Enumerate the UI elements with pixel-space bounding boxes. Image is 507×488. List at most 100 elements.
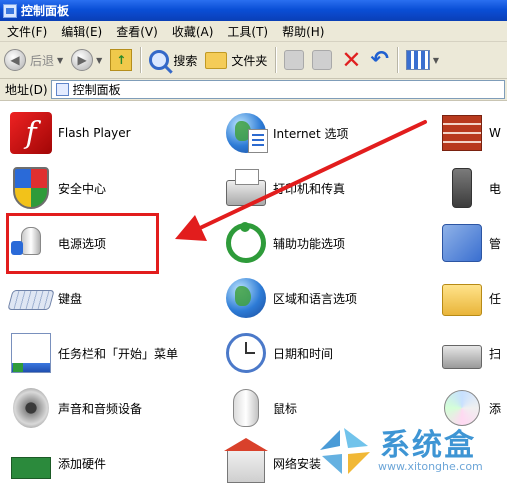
menu-edit[interactable]: 编辑(E) <box>54 23 109 40</box>
item-scanners-cameras[interactable]: 扫 <box>438 328 501 378</box>
house-icon <box>222 438 270 487</box>
control-panel-icon <box>3 3 17 18</box>
item-label: 安全中心 <box>58 181 107 196</box>
folder-icon <box>205 51 228 69</box>
delete-icon[interactable]: ✕ <box>341 48 361 72</box>
menu-favorites[interactable]: 收藏(A) <box>165 23 221 40</box>
scanner-icon <box>438 329 486 377</box>
chevron-down-icon: ▼ <box>96 55 103 65</box>
up-folder-icon: ↑ <box>110 49 133 71</box>
highlight-box <box>6 213 159 274</box>
menu-file[interactable]: 文件(F) <box>0 23 54 40</box>
toolbar-separator <box>396 47 398 73</box>
watermark: 系统盒 www.xitonghe.com <box>314 418 507 482</box>
menu-view[interactable]: 查看(V) <box>109 23 165 40</box>
globe-icon <box>222 274 270 322</box>
address-input[interactable]: 控制面板 <box>50 80 505 99</box>
toolbar: ◀ 后退 ▼ ▶ ▼ ↑ 搜索 文件夹 ✕ ↶ ▼ <box>0 42 507 79</box>
item-label: 添加硬件 <box>58 456 107 471</box>
item-label: 辅助功能选项 <box>273 236 346 251</box>
item-admin-tools[interactable]: 管 <box>438 218 501 268</box>
item-label: Internet 选项 <box>273 126 349 141</box>
globe-document-icon <box>222 109 270 157</box>
item-sound-audio[interactable]: 声音和音频设备 <box>7 383 142 433</box>
item-label: 添 <box>489 401 502 416</box>
mouse-icon <box>222 384 270 432</box>
back-button[interactable]: ◀ 后退 ▼ <box>0 46 67 74</box>
views-icon <box>405 50 430 70</box>
item-flash-player[interactable]: f Flash Player <box>7 108 131 158</box>
views-button[interactable]: ▼ <box>402 46 443 74</box>
item-date-time[interactable]: 日期和时间 <box>222 328 333 378</box>
item-windows-firewall[interactable]: W <box>438 108 501 158</box>
search-label: 搜索 <box>173 53 198 68</box>
item-label: 区域和语言选项 <box>273 291 358 306</box>
item-regional-language[interactable]: 区域和语言选项 <box>222 273 357 323</box>
move-to-icon[interactable] <box>284 50 305 70</box>
address-value: 控制面板 <box>72 83 121 97</box>
menu-help[interactable]: 帮助(H) <box>275 23 331 40</box>
up-folder-button[interactable]: ↑ <box>106 46 136 74</box>
phone-icon <box>438 164 486 212</box>
item-label: 任 <box>489 291 502 306</box>
item-label: 打印机和传真 <box>273 181 346 196</box>
hardware-board-icon <box>7 439 55 487</box>
forward-arrow-icon: ▶ <box>71 49 94 71</box>
admin-tools-icon <box>438 219 486 267</box>
menu-tools[interactable]: 工具(T) <box>220 23 275 40</box>
item-network-setup[interactable]: 网络安装 <box>222 438 321 488</box>
item-label: Flash Player <box>58 126 131 140</box>
item-label: 键盘 <box>58 291 83 306</box>
firewall-brick-icon <box>438 109 486 157</box>
item-label: 声音和音频设备 <box>58 401 143 416</box>
chevron-down-icon: ▼ <box>432 55 440 65</box>
item-folder-options[interactable]: 任 <box>438 273 501 323</box>
speaker-icon <box>7 384 55 432</box>
item-label: W <box>489 126 501 140</box>
item-label: 电 <box>489 181 502 196</box>
watermark-title: 系统盒 <box>380 428 476 463</box>
accessibility-icon <box>222 219 270 267</box>
control-panel-icon <box>55 83 69 96</box>
back-arrow-icon: ◀ <box>4 49 26 71</box>
address-bar: 地址(D) 控制面板 <box>0 79 507 101</box>
toolbar-separator <box>140 47 142 73</box>
item-taskbar-start-menu[interactable]: 任务栏和「开始」菜单 <box>7 328 178 378</box>
item-label: 任务栏和「开始」菜单 <box>58 346 179 361</box>
toolbar-separator <box>275 47 277 73</box>
clock-icon <box>222 329 270 377</box>
item-keyboard[interactable]: 键盘 <box>7 273 82 323</box>
flash-icon: f <box>7 109 55 157</box>
watermark-logo-icon <box>320 428 370 474</box>
keyboard-icon <box>7 274 55 322</box>
window-title: 控制面板 <box>21 4 70 18</box>
undo-icon[interactable]: ↶ <box>370 49 388 71</box>
chevron-down-icon: ▼ <box>57 55 64 65</box>
title-bar: 控制面板 <box>0 0 507 21</box>
folders-label: 文件夹 <box>231 53 268 68</box>
menu-bar: 文件(F) 编辑(E) 查看(V) 收藏(A) 工具(T) 帮助(H) <box>0 21 507 42</box>
printer-icon <box>222 164 270 212</box>
item-mouse[interactable]: 鼠标 <box>222 383 297 433</box>
item-internet-options[interactable]: Internet 选项 <box>222 108 348 158</box>
search-button[interactable]: 搜索 <box>145 46 201 74</box>
taskbar-icon <box>7 329 55 377</box>
item-add-hardware[interactable]: 添加硬件 <box>7 438 106 488</box>
folders-button[interactable]: 文件夹 <box>201 46 271 74</box>
item-accessibility[interactable]: 辅助功能选项 <box>222 218 345 268</box>
search-icon <box>149 50 170 70</box>
shield-icon <box>7 164 55 212</box>
item-security-center[interactable]: 安全中心 <box>7 163 106 213</box>
address-label: 地址(D) <box>5 83 48 97</box>
item-phone-modem[interactable]: 电 <box>438 163 501 213</box>
copy-to-icon[interactable] <box>312 50 333 70</box>
item-label: 日期和时间 <box>273 346 334 361</box>
item-label: 鼠标 <box>273 401 298 416</box>
item-printers-faxes[interactable]: 打印机和传真 <box>222 163 345 213</box>
item-label: 扫 <box>489 346 502 361</box>
item-label: 管 <box>489 236 502 251</box>
watermark-url: www.xitonghe.com <box>378 460 483 473</box>
back-label: 后退 <box>30 53 55 68</box>
forward-button[interactable]: ▶ ▼ <box>67 46 106 74</box>
folder-options-icon <box>438 274 486 322</box>
